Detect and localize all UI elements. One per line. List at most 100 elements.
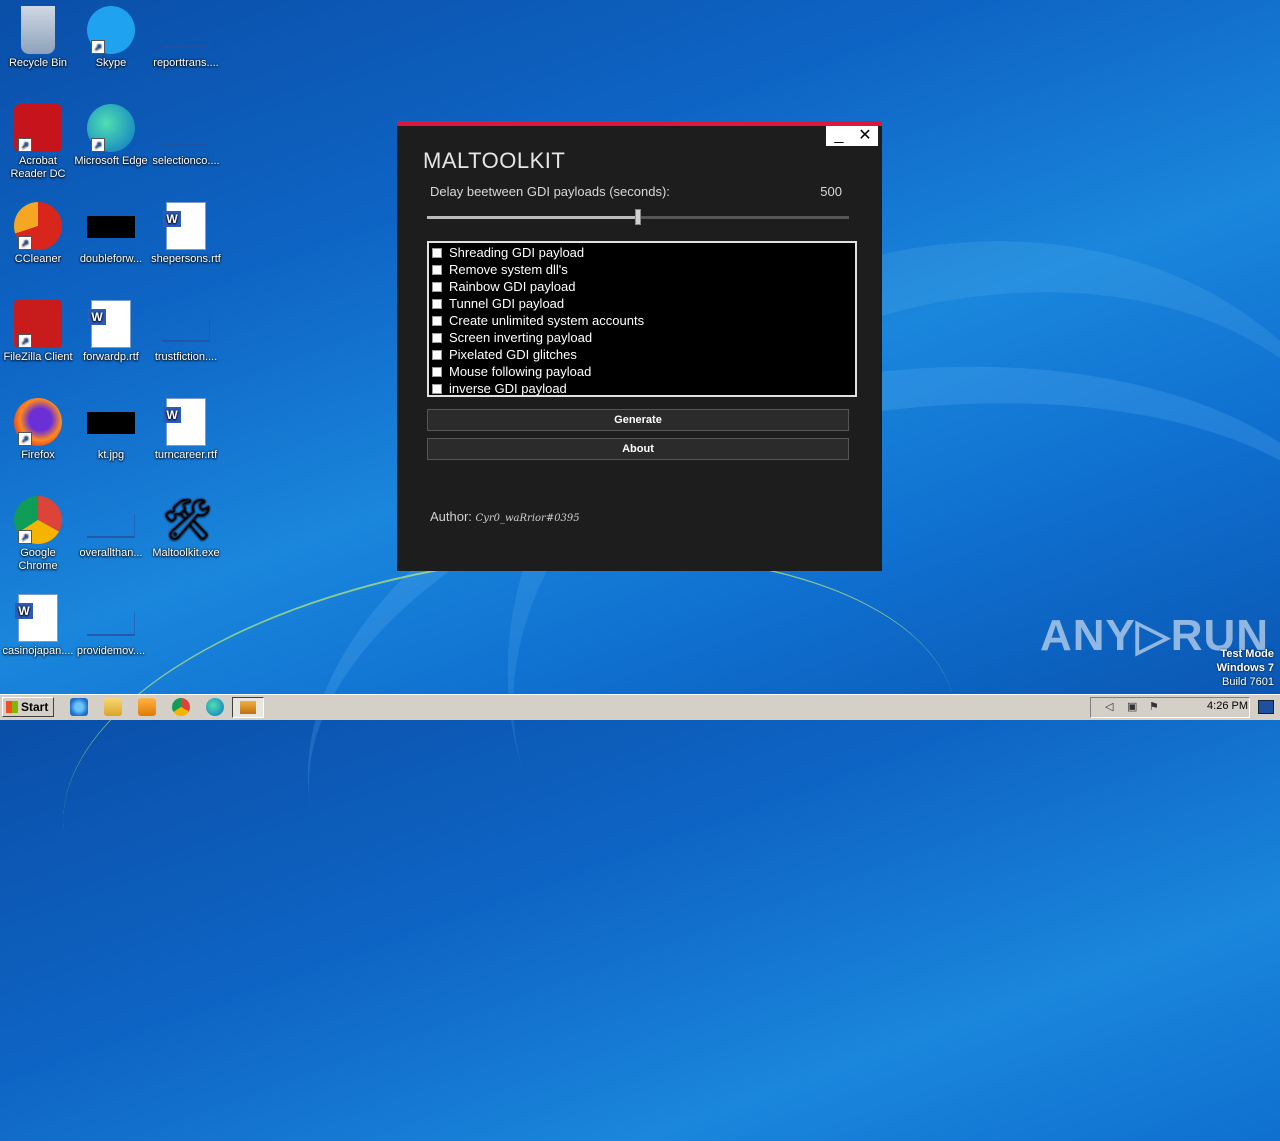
payload-checkbox[interactable] [432,315,442,326]
desktop-icon[interactable]: doubleforw... [73,202,149,266]
payload-checkbox[interactable] [432,264,442,275]
desktop-icon-label: Acrobat Reader DC [10,155,66,180]
about-button[interactable]: About [427,438,849,460]
internet-explorer-icon[interactable] [70,698,88,716]
desktop-icon[interactable]: ↗ Microsoft Edge [73,104,149,168]
shortcut-arrow-icon: ↗ [18,334,32,348]
payload-checkbox[interactable] [432,366,442,377]
edge-icon: ↗ [87,104,135,152]
file-icon [87,496,135,544]
desktop-icon[interactable]: ↗ Skype [73,6,149,70]
desktop-icon[interactable]: kt.jpg [73,398,149,462]
desktop-icon-label: trustfiction.... [154,351,218,363]
payload-option[interactable]: inverse GDI payload [432,380,855,397]
slider-thumb[interactable] [635,209,641,225]
desktop-icon[interactable]: overallthan... [73,496,149,560]
word-document-icon: W [162,398,210,446]
desktop-icon[interactable]: Wturncareer.rtf [148,398,224,462]
payload-label: Shreading GDI payload [449,245,585,260]
desktop-icon[interactable]: Wshepersons.rtf [148,202,224,266]
file-icon [162,6,210,54]
shortcut-arrow-icon: ↗ [18,236,32,250]
payload-checkbox[interactable] [432,281,442,292]
payload-option[interactable]: Rainbow GDI payload [432,278,855,295]
file-explorer-icon[interactable] [104,698,122,716]
desktop-icon[interactable]: ↗ Acrobat Reader DC [0,104,76,181]
payload-option[interactable]: Remove system dll's [432,261,855,278]
desktop-icon-label: Skype [95,57,127,69]
payload-label: inverse GDI payload [449,381,567,396]
desktop-icon-label: casinojapan.... [2,645,74,657]
desktop-icon-label: Recycle Bin [8,57,68,69]
start-button[interactable]: Start [2,697,54,717]
windows-logo-icon [6,701,18,713]
desktop-icon[interactable]: ↗ Google Chrome [0,496,76,573]
payload-option[interactable]: Screen inverting payload [432,329,855,346]
desktop-icon-label: forwardp.rtf [83,351,139,363]
desktop-icon[interactable]: reporttrans.... [148,6,224,70]
payload-checkbox[interactable] [432,332,442,343]
desktop-icon[interactable]: ↗ CCleaner [0,202,76,266]
network-icon[interactable]: ▣ [1127,701,1139,713]
desktop-icon-label: shepersons.rtf [151,253,221,265]
taskbar: Start ◁ ▣ ⚑ 4:26 PM [0,694,1280,720]
shortcut-arrow-icon: ↗ [18,432,32,446]
payload-checkbox[interactable] [432,298,442,309]
payload-checkbox[interactable] [432,383,442,394]
payload-label: Screen inverting payload [449,330,593,345]
desktop-icon-label: turncareer.rtf [154,449,218,461]
desktop-icon[interactable]: ↗ FileZilla Client [0,300,76,364]
desktop-icon-label: selectionco.... [152,155,220,167]
slider-fill [427,216,638,219]
delay-value: 500 [820,184,842,199]
chrome-icon[interactable] [172,698,190,716]
clock[interactable]: 4:26 PM [1207,700,1248,712]
payload-option[interactable]: Create unlimited system accounts [432,312,855,329]
shortcut-arrow-icon: ↗ [91,138,105,152]
desktop-icon-label: doubleforw... [79,253,143,265]
maltoolkit-taskbar-button[interactable] [232,697,264,718]
delay-slider[interactable] [427,209,849,225]
desktop-icon[interactable]: providemov.... [73,594,149,658]
os-label: Windows 7 [1216,662,1274,674]
payload-option[interactable]: Mouse following payload [432,363,855,380]
word-document-icon: W [162,202,210,250]
edge-icon[interactable] [206,698,224,716]
desktop-icon[interactable]: trustfiction.... [148,300,224,364]
desktop-icon[interactable]: selectionco.... [148,104,224,168]
show-desktop-icon[interactable] [1258,700,1274,714]
desktop-icon[interactable]: 🛠 Maltoolkit.exe [148,496,224,560]
desktop-icon-label: providemov.... [76,645,146,657]
payload-checkbox[interactable] [432,349,442,360]
desktop-icon[interactable]: Wforwardp.rtf [73,300,149,364]
desktop-icon-label: Microsoft Edge [74,155,148,167]
desktop-icon-label: Firefox [21,449,55,461]
tools-icon: 🛠 [162,498,213,542]
desktop-icon[interactable]: Recycle Bin [0,6,76,70]
close-button[interactable]: ✕ [852,126,878,146]
payload-option[interactable]: Shreading GDI payload [432,244,855,261]
payload-option[interactable]: Pixelated GDI glitches [432,346,855,363]
shortcut-arrow-icon: ↗ [91,40,105,54]
word-document-icon: W [14,594,62,642]
desktop-icon[interactable]: Wcasinojapan.... [0,594,76,658]
window-title: MALTOOLKIT [423,148,566,173]
shortcut-arrow-icon: ↗ [18,530,32,544]
file-icon [162,300,210,348]
image-file-icon [87,202,135,250]
volume-icon[interactable]: ◁ [1105,701,1117,713]
wallpaper-swoosh [35,499,985,1043]
desktop-icon-label: Maltoolkit.exe [152,547,220,559]
minimize-button[interactable]: _ [826,126,852,146]
generate-button[interactable]: Generate [427,409,849,431]
desktop-icon-label: Google Chrome [18,547,58,572]
desktop-icon[interactable]: ↗ Firefox [0,398,76,462]
payload-option[interactable]: Tunnel GDI payload [432,295,855,312]
payload-checklist: Shreading GDI payload Remove system dll's… [427,241,857,397]
payload-label: Tunnel GDI payload [449,296,565,311]
media-player-icon[interactable] [138,698,156,716]
payload-checkbox[interactable] [432,247,442,258]
flag-icon[interactable]: ⚑ [1149,701,1161,713]
start-label: Start [21,700,49,714]
file-icon [87,594,135,642]
